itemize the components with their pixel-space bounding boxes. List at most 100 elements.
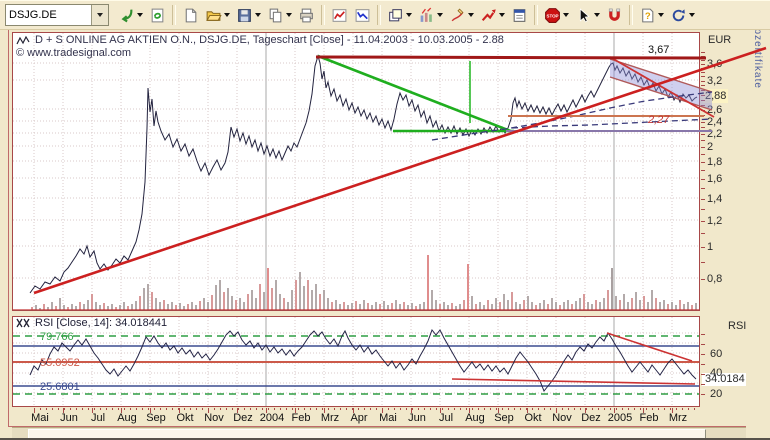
- time-tick: [70, 408, 71, 410]
- rsi-title-row: RSI [Close, 14]: 34.018441: [16, 317, 167, 329]
- new-chart-button[interactable]: [180, 3, 201, 27]
- time-tick: [112, 408, 113, 410]
- refresh-chart-button[interactable]: [147, 3, 168, 27]
- axis-tick: [701, 364, 705, 365]
- chart-title-row: D + S ONLINE AG AKTIEN O.N., DSJG.DE, Ta…: [16, 34, 504, 46]
- time-tick: [196, 408, 197, 410]
- price-tick-label: 1,4: [707, 193, 723, 205]
- time-tick: [40, 408, 41, 410]
- time-tick: [346, 408, 347, 410]
- time-tick: [670, 408, 671, 410]
- reload-button[interactable]: [668, 3, 697, 27]
- time-tick: [82, 408, 83, 410]
- axis-tick: [701, 64, 705, 65]
- time-tick: [658, 408, 659, 410]
- time-tick: [376, 408, 377, 410]
- time-tick: [394, 408, 395, 410]
- time-tick: [124, 408, 125, 410]
- axis-tick: [701, 384, 705, 385]
- axis-tick: [701, 60, 705, 61]
- window-layout-button[interactable]: [385, 3, 414, 27]
- axis-tick: [701, 122, 705, 123]
- magnet-mode-button[interactable]: [604, 3, 625, 27]
- indicators-button[interactable]: [416, 3, 445, 27]
- axis-tick: [701, 68, 705, 69]
- time-tick: [106, 408, 107, 410]
- time-tick: [232, 408, 233, 410]
- axis-tick: [701, 81, 705, 82]
- time-tick: [622, 408, 623, 410]
- time-tick: [274, 408, 275, 410]
- script-button[interactable]: ?: [637, 3, 666, 27]
- time-tick: [466, 408, 467, 410]
- chevron-down-icon: [97, 13, 103, 17]
- chart-blue-button[interactable]: [352, 3, 373, 27]
- time-tick: [364, 408, 365, 410]
- price-tick-label: 2,2: [707, 128, 723, 140]
- time-tick: [616, 408, 617, 410]
- time-tick: [676, 408, 677, 410]
- symbol-combobox[interactable]: [5, 4, 109, 26]
- axis-tick: [701, 354, 705, 355]
- time-tick: [532, 408, 533, 410]
- svg-text:STOP: STOP: [546, 13, 558, 18]
- time-tick: [586, 408, 587, 410]
- svg-text:?: ?: [645, 11, 651, 22]
- time-tick: [688, 408, 689, 410]
- axis-tick: [701, 72, 705, 73]
- axis-tick: [701, 233, 705, 234]
- print-button[interactable]: [296, 3, 317, 27]
- price-chart-pane[interactable]: [12, 32, 700, 311]
- time-tick: [358, 408, 359, 410]
- chevron-down-icon: [437, 13, 443, 17]
- apply-symbol-button[interactable]: [116, 3, 145, 27]
- new-doc-icon: [185, 8, 197, 22]
- axis-tick: [701, 394, 705, 395]
- axis-tick: [701, 279, 705, 280]
- time-tick: [610, 408, 611, 410]
- time-tick: [490, 408, 491, 410]
- time-tick: [136, 408, 137, 410]
- time-tick: [64, 408, 65, 410]
- time-tick: [502, 408, 503, 410]
- chevron-down-icon: [224, 13, 230, 17]
- toolbar-separator: [172, 5, 176, 25]
- rsi-tick-label: 40: [710, 367, 723, 379]
- properties-button[interactable]: [509, 3, 530, 27]
- draw-tools-button[interactable]: [447, 3, 476, 27]
- price-axis: EUR 2,88 RSI 34.0184 3,6 3,2 2,6 2,4 2,2 2 1,8…: [701, 31, 748, 425]
- symbol-input[interactable]: [6, 5, 91, 25]
- time-tick: [256, 408, 257, 410]
- chevron-down-icon: [563, 13, 569, 17]
- time-tick: [76, 408, 77, 410]
- chart-red-button[interactable]: [329, 3, 350, 27]
- axis-tick: [701, 247, 705, 248]
- axis-tick: [701, 56, 705, 57]
- time-tick: [514, 408, 515, 410]
- axis-tick: [701, 344, 705, 345]
- time-tick: [442, 408, 443, 410]
- trend-tools-button[interactable]: [478, 3, 507, 27]
- copy-button[interactable]: [265, 3, 294, 27]
- high-annotation: 3,67: [648, 44, 670, 56]
- copyright-label: © www.tradesignal.com: [16, 47, 132, 59]
- price-tick-label: 2: [707, 141, 714, 153]
- time-tick: [226, 408, 227, 410]
- axis-tick: [701, 170, 705, 171]
- axis-tick: [701, 262, 705, 263]
- rsi-indicator-pane[interactable]: 79.766 55.0952 25.6801: [12, 316, 700, 407]
- rsi-title: RSI [Close, 14]: 34.018441: [35, 317, 168, 329]
- printer-icon: [300, 8, 313, 22]
- open-button[interactable]: [203, 3, 232, 27]
- time-tick: [694, 408, 695, 410]
- time-tick: [472, 408, 473, 410]
- save-disk-icon: [238, 8, 251, 22]
- axis-tick: [701, 90, 705, 91]
- windows-icon: [389, 8, 402, 21]
- stop-button[interactable]: STOP: [542, 3, 571, 27]
- combobox-dropdown-button[interactable]: [91, 5, 108, 25]
- time-tick: [316, 408, 317, 410]
- time-tick: [172, 408, 173, 410]
- pointer-tool-button[interactable]: [573, 3, 602, 27]
- save-button[interactable]: [234, 3, 263, 27]
